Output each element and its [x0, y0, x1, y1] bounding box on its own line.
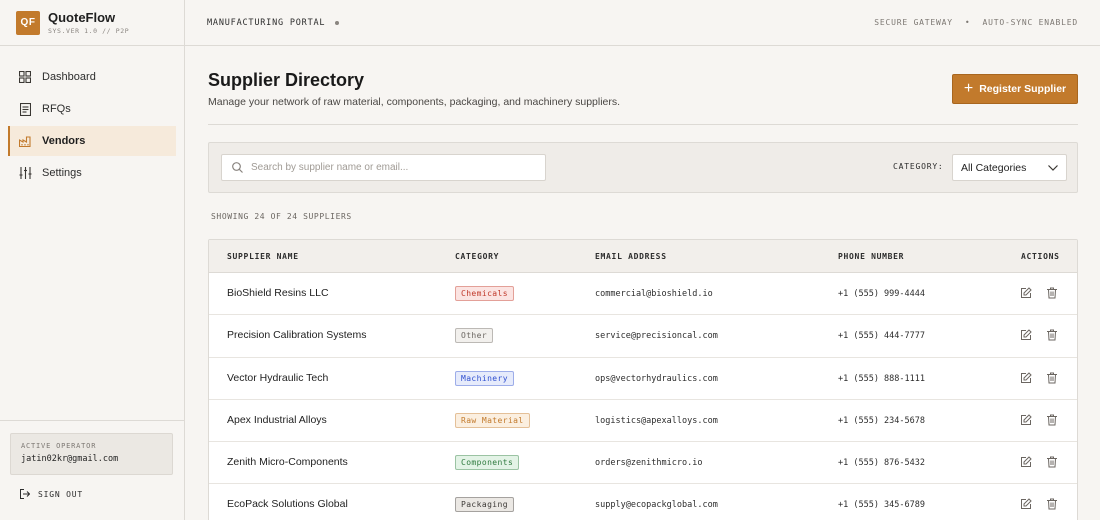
- supplier-phone: +1 (555) 234-5678: [838, 415, 925, 426]
- trash-icon[interactable]: [1046, 414, 1058, 426]
- supplier-phone: +1 (555) 444-7777: [838, 331, 925, 342]
- sliders-icon: [18, 166, 32, 180]
- trash-icon[interactable]: [1046, 498, 1058, 510]
- trash-icon[interactable]: [1046, 372, 1058, 384]
- supplier-name: Zenith Micro-Components: [227, 456, 348, 469]
- sidebar-item-settings[interactable]: Settings: [8, 158, 176, 188]
- header-supplier-name: SUPPLIER NAME: [227, 252, 299, 261]
- sidebar-item-label: Settings: [42, 167, 82, 179]
- portal-name: MANUFACTURING PORTAL: [207, 17, 326, 28]
- document-icon: [18, 102, 32, 116]
- supplier-phone: +1 (555) 999-4444: [838, 289, 925, 299]
- category-value: All Categories: [961, 161, 1027, 174]
- edit-icon[interactable]: [1020, 287, 1032, 299]
- top-bar: MANUFACTURING PORTAL SECURE GATEWAY • AU…: [185, 0, 1100, 46]
- brand-version: SYS.VER 1.0 // P2P: [48, 26, 130, 35]
- sidebar-footer: ACTIVE OPERATOR jatin02kr@gmail.com SIGN…: [0, 420, 184, 520]
- category-select[interactable]: All Categories: [952, 154, 1067, 181]
- supplier-name: Precision Calibration Systems: [227, 329, 367, 342]
- sidebar-item-rfqs[interactable]: RFQs: [8, 94, 176, 124]
- sidebar-nav: Dashboard RFQs Vendors Settings: [0, 46, 184, 188]
- portal-label: MANUFACTURING PORTAL: [207, 17, 340, 28]
- operator-label: ACTIVE OPERATOR: [21, 442, 97, 450]
- category-badge: Raw Material: [455, 412, 530, 428]
- sidebar-item-vendors[interactable]: Vendors: [8, 126, 176, 156]
- page-subtitle: Manage your network of raw material, com…: [208, 96, 621, 108]
- edit-icon[interactable]: [1020, 456, 1032, 468]
- category-badge: Other: [455, 328, 494, 344]
- filter-bar: CATEGORY: All Categories: [208, 142, 1078, 193]
- category-badge: Machinery: [455, 370, 514, 386]
- category-badge: Chemicals: [455, 286, 514, 301]
- header-category: CATEGORY: [455, 252, 500, 261]
- plus-icon: +: [963, 80, 974, 97]
- category-badge: Packaging: [455, 497, 514, 513]
- top-status: SECURE GATEWAY • AUTO-SYNC ENABLED: [874, 18, 1078, 27]
- status-separator: •: [964, 18, 971, 27]
- chevron-down-icon: [1048, 164, 1058, 171]
- supplier-name: EcoPack Solutions Global: [227, 498, 348, 511]
- supplier-email: commercial@bioshield.io: [595, 289, 713, 299]
- supplier-email: logistics@apexalloys.com: [595, 415, 718, 426]
- sync-status: AUTO-SYNC ENABLED: [982, 18, 1078, 27]
- supplier-email: ops@vectorhydraulics.com: [595, 373, 718, 384]
- supplier-email: service@precisioncal.com: [595, 331, 718, 342]
- sidebar-item-label: RFQs: [42, 103, 71, 115]
- edit-icon[interactable]: [1020, 498, 1032, 510]
- trash-icon[interactable]: [1046, 456, 1058, 468]
- table-row[interactable]: Vector Hydraulic Tech Machinery ops@vect…: [209, 358, 1077, 400]
- sidebar-item-dashboard[interactable]: Dashboard: [8, 62, 176, 92]
- sign-out-icon: [20, 489, 30, 499]
- sidebar: QF QuoteFlow SYS.VER 1.0 // P2P Dashboar…: [0, 0, 185, 520]
- supplier-name: Vector Hydraulic Tech: [227, 371, 329, 384]
- supplier-name: BioShield Resins LLC: [227, 287, 329, 299]
- table-row[interactable]: Zenith Micro-Components Components order…: [209, 442, 1077, 485]
- supplier-email: orders@zenithmicro.io: [595, 458, 703, 469]
- register-supplier-label: Register Supplier: [979, 83, 1067, 95]
- sidebar-item-label: Dashboard: [42, 71, 96, 83]
- grid-icon: [18, 70, 32, 84]
- sign-out-button[interactable]: SIGN OUT: [20, 489, 83, 499]
- supplier-name: Apex Industrial Alloys: [227, 413, 327, 426]
- register-supplier-button[interactable]: + Register Supplier: [952, 74, 1078, 104]
- table-row[interactable]: Precision Calibration Systems Other serv…: [209, 315, 1077, 358]
- page-title: Supplier Directory: [208, 70, 365, 90]
- table-row[interactable]: Apex Industrial Alloys Raw Material logi…: [209, 400, 1077, 443]
- brand[interactable]: QF QuoteFlow SYS.VER 1.0 // P2P: [0, 0, 184, 46]
- supplier-phone: +1 (555) 876-5432: [838, 458, 925, 469]
- header-email: EMAIL ADDRESS: [595, 252, 667, 261]
- divider: [208, 124, 1078, 125]
- operator-card: ACTIVE OPERATOR jatin02kr@gmail.com: [10, 433, 173, 475]
- supplier-phone: +1 (555) 888-1111: [838, 373, 925, 384]
- brand-name: QuoteFlow: [48, 9, 116, 25]
- category-badge: Components: [455, 455, 520, 471]
- sidebar-item-label: Vendors: [42, 135, 86, 147]
- supplier-table: SUPPLIER NAME CATEGORY EMAIL ADDRESS PHO…: [208, 239, 1078, 520]
- operator-email: jatin02kr@gmail.com: [21, 454, 119, 464]
- category-label: CATEGORY:: [893, 162, 944, 171]
- table-body: BioShield Resins LLC Chemicals commercia…: [209, 273, 1077, 520]
- table-row[interactable]: EcoPack Solutions Global Packaging suppl…: [209, 484, 1077, 520]
- status-dot: [335, 20, 340, 25]
- edit-icon[interactable]: [1020, 329, 1032, 341]
- table-header: SUPPLIER NAME CATEGORY EMAIL ADDRESS PHO…: [209, 240, 1077, 273]
- header-actions: ACTIONS: [1021, 252, 1060, 261]
- brand-logo: QF: [16, 10, 40, 35]
- table-row[interactable]: BioShield Resins LLC Chemicals commercia…: [209, 273, 1077, 316]
- header-phone: PHONE NUMBER: [838, 252, 905, 261]
- edit-icon[interactable]: [1020, 414, 1032, 426]
- search-input[interactable]: [251, 162, 541, 173]
- gateway-status: SECURE GATEWAY: [874, 18, 953, 27]
- sign-out-label: SIGN OUT: [38, 489, 83, 499]
- factory-icon: [18, 134, 32, 148]
- supplier-phone: +1 (555) 345-6789: [838, 500, 925, 511]
- trash-icon[interactable]: [1046, 329, 1058, 341]
- supplier-email: supply@ecopackglobal.com: [595, 500, 718, 511]
- result-count: SHOWING 24 OF 24 SUPPLIERS: [211, 212, 352, 221]
- trash-icon[interactable]: [1046, 287, 1058, 299]
- edit-icon[interactable]: [1020, 371, 1032, 384]
- search-icon: [232, 162, 243, 173]
- search-box[interactable]: [221, 154, 546, 181]
